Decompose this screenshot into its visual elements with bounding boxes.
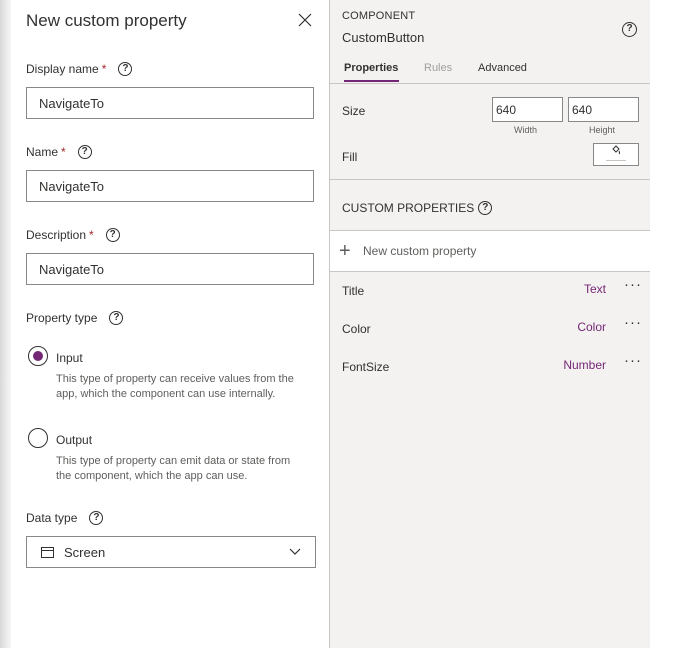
data-type-label-text: Data type	[26, 511, 78, 525]
input-radio-label: Input	[56, 351, 83, 365]
paint-bucket-icon	[611, 145, 621, 158]
more-options-icon[interactable]: ···	[624, 314, 642, 331]
tabs-divider	[330, 83, 650, 84]
output-radio-description: This type of property can emit data or s…	[56, 455, 291, 482]
name-input[interactable]	[26, 170, 314, 202]
custom-property-row[interactable]: FontSize Number ···	[330, 348, 650, 386]
data-type-dropdown[interactable]: Screen	[26, 536, 316, 568]
help-icon[interactable]: ?	[478, 201, 493, 215]
backdrop-shadow	[0, 0, 11, 648]
screen-icon	[41, 546, 54, 558]
width-caption: Width	[514, 125, 538, 135]
height-caption: Height	[589, 125, 616, 135]
new-custom-property-button[interactable]: + New custom property	[330, 231, 650, 271]
help-icon[interactable]: ?	[622, 22, 637, 37]
custom-properties-heading: CUSTOM PROPERTIES ?	[342, 201, 493, 215]
component-kind: COMPONENT	[342, 10, 416, 22]
width-input[interactable]	[492, 97, 563, 122]
required-mark: *	[61, 145, 66, 159]
chevron-down-icon	[289, 543, 301, 561]
display-name-label-text: Display name	[26, 62, 99, 76]
height-input[interactable]	[568, 97, 639, 122]
required-mark: *	[89, 228, 94, 242]
more-options-icon[interactable]: ···	[624, 352, 642, 369]
data-type-label: Data type ?	[26, 511, 104, 525]
custom-property-type: Text	[583, 282, 606, 296]
name-label: Name * ?	[26, 145, 92, 159]
help-icon[interactable]: ?	[105, 228, 120, 242]
input-radio[interactable]	[28, 346, 48, 366]
input-radio-description: This type of property can receive values…	[56, 373, 294, 400]
display-name-label: Display name * ?	[26, 62, 133, 76]
plus-icon: +	[339, 240, 351, 262]
custom-property-row[interactable]: Color Color ···	[330, 310, 650, 348]
name-label-text: Name	[26, 145, 59, 159]
data-type-value: Screen	[64, 544, 106, 560]
description-label: Description * ?	[26, 228, 120, 242]
panel-title: New custom property	[26, 11, 187, 30]
description-label-text: Description	[26, 228, 87, 242]
description-input[interactable]	[26, 253, 314, 285]
property-type-label: Property type ?	[26, 311, 124, 325]
active-tab-indicator	[344, 80, 399, 82]
close-icon[interactable]	[296, 11, 314, 29]
custom-properties-heading-text: CUSTOM PROPERTIES	[342, 201, 475, 215]
custom-property-name: FontSize	[342, 360, 390, 374]
output-radio[interactable]	[28, 428, 48, 448]
help-icon[interactable]: ?	[118, 62, 133, 76]
custom-property-row[interactable]: Title Text ···	[330, 272, 650, 310]
property-type-label-text: Property type	[26, 311, 98, 325]
new-custom-property-panel: New custom property Display name * ? Nam…	[11, 0, 329, 648]
display-name-input[interactable]	[26, 87, 314, 119]
fill-label: Fill	[342, 150, 358, 164]
output-radio-label: Output	[56, 433, 93, 447]
fill-divider	[330, 179, 650, 180]
help-icon[interactable]: ?	[109, 311, 124, 325]
properties-pane: COMPONENT CustomButton ? Properties Rule…	[330, 0, 650, 648]
more-options-icon[interactable]: ···	[624, 276, 642, 293]
tab-rules[interactable]: Rules	[424, 62, 452, 74]
required-mark: *	[101, 62, 107, 76]
custom-property-type: Color	[577, 320, 606, 334]
help-icon[interactable]: ?	[89, 511, 104, 525]
component-name: CustomButton	[342, 30, 425, 45]
tab-properties[interactable]: Properties	[344, 62, 398, 74]
custom-property-type: Number	[563, 358, 606, 372]
custom-property-name: Color	[342, 322, 371, 336]
custom-property-name: Title	[342, 284, 365, 298]
new-custom-property-label: New custom property	[363, 244, 477, 258]
size-label: Size	[342, 104, 366, 118]
tab-advanced[interactable]: Advanced	[478, 62, 527, 74]
fill-color-picker[interactable]	[593, 143, 639, 166]
help-icon[interactable]: ?	[77, 145, 92, 159]
